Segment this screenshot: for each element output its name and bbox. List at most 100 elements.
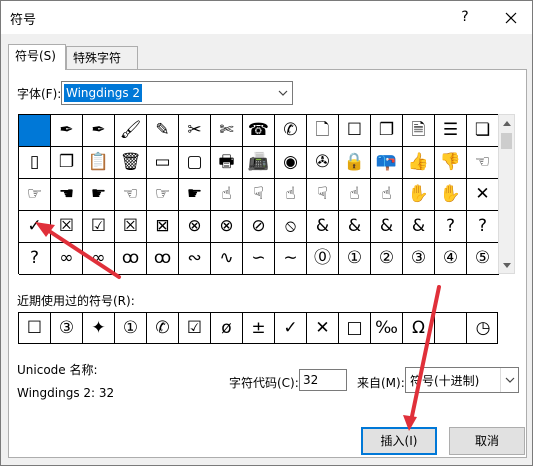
circled-two-icon[interactable]: ② bbox=[371, 243, 403, 275]
pen-icon[interactable]: ✎ bbox=[147, 115, 179, 147]
check-mark-icon[interactable]: ✓ bbox=[275, 313, 307, 343]
document-icon[interactable]: 🗋 bbox=[307, 115, 339, 147]
question-bold-icon[interactable]: ? bbox=[467, 211, 499, 243]
printer-icon[interactable]: 🖶 bbox=[211, 147, 243, 179]
tape-icon[interactable]: ✇ bbox=[307, 147, 339, 179]
check-mark-icon[interactable]: ✓ bbox=[19, 211, 51, 243]
swirl-3-icon[interactable]: ꝏ bbox=[115, 243, 147, 275]
rounded-rect-icon[interactable]: ▢ bbox=[179, 147, 211, 179]
page-icon[interactable]: ☐ bbox=[339, 115, 371, 147]
character-code-input[interactable]: 32 bbox=[299, 369, 347, 391]
text-document-icon[interactable]: 🗎 bbox=[403, 115, 435, 147]
circled-five-icon[interactable]: ⑤ bbox=[467, 243, 499, 275]
help-button[interactable]: ? bbox=[453, 5, 477, 29]
swirl-4-icon[interactable]: ꝏ bbox=[147, 243, 179, 275]
circled-x-bold-icon[interactable]: ⊗ bbox=[211, 211, 243, 243]
hand-left-icon[interactable]: ☜ bbox=[467, 147, 499, 179]
hand-down-black-icon[interactable]: ☟ bbox=[307, 179, 339, 211]
fax-icon[interactable]: 📠 bbox=[243, 147, 275, 179]
scissors-open-icon[interactable]: ✄ bbox=[211, 115, 243, 147]
small-square-icon[interactable]: □ bbox=[339, 313, 371, 343]
boxed-x-icon[interactable]: ☒ bbox=[51, 211, 83, 243]
tab-symbols[interactable]: 符号(S) bbox=[8, 44, 66, 70]
finger-black-icon[interactable]: ☝ bbox=[371, 179, 403, 211]
boxed-check-icon[interactable]: ☑ bbox=[179, 313, 211, 343]
handset-icon[interactable]: ✆ bbox=[147, 313, 179, 343]
pages-icon[interactable]: ❐ bbox=[371, 115, 403, 147]
hand-black-icon[interactable]: ✋ bbox=[403, 179, 435, 211]
ampersand-bold-icon[interactable]: & bbox=[403, 211, 435, 243]
scissors-icon[interactable]: ✂ bbox=[179, 115, 211, 147]
thumbs-up-icon[interactable]: 👍 bbox=[403, 147, 435, 179]
point-right-outline-icon[interactable]: ☞ bbox=[147, 179, 179, 211]
swirl-8-icon[interactable]: ∼ bbox=[275, 243, 307, 275]
handset-icon[interactable]: ✆ bbox=[275, 115, 307, 147]
close-button[interactable] bbox=[497, 5, 525, 29]
hand-up-black-icon[interactable]: ☝ bbox=[275, 179, 307, 211]
point-right-black-icon[interactable]: ☛ bbox=[83, 179, 115, 211]
font-select[interactable]: Wingdings 2 bbox=[61, 81, 293, 105]
blank-page-icon[interactable]: ▯ bbox=[19, 147, 51, 179]
copy-pages-icon[interactable]: ❐ bbox=[51, 147, 83, 179]
scroll-up-arrow-icon[interactable] bbox=[499, 115, 514, 131]
point-left-black-icon[interactable]: ☚ bbox=[51, 179, 83, 211]
ohm-icon[interactable]: Ω bbox=[403, 313, 435, 343]
symbol-cell-selected[interactable] bbox=[19, 115, 51, 147]
circled-three-icon[interactable]: ③ bbox=[51, 313, 83, 343]
hand-right-icon[interactable]: ☞ bbox=[19, 179, 51, 211]
circled-four-icon[interactable]: ④ bbox=[435, 243, 467, 275]
x-mark-icon[interactable]: ✕ bbox=[307, 313, 339, 343]
swirl-1-icon[interactable]: ∞ bbox=[51, 243, 83, 275]
empty-set-icon[interactable]: ø bbox=[211, 313, 243, 343]
cancel-button[interactable]: 取消 bbox=[449, 427, 525, 455]
ampersand-icon[interactable]: & bbox=[339, 211, 371, 243]
scroll-down-arrow-icon[interactable] bbox=[499, 257, 514, 273]
blank-icon[interactable] bbox=[435, 313, 467, 343]
swirl-5-icon[interactable]: ∾ bbox=[179, 243, 211, 275]
thumbs-down-icon[interactable]: 👎 bbox=[435, 147, 467, 179]
circled-zero-icon[interactable]: ⓪ bbox=[307, 243, 339, 275]
list-document-icon[interactable]: ☰ bbox=[435, 115, 467, 147]
stacked-pages-icon[interactable]: ❏ bbox=[467, 115, 499, 147]
interrobang-icon[interactable]: ? bbox=[435, 211, 467, 243]
telephone-icon[interactable]: ☎ bbox=[243, 115, 275, 147]
disc-icon[interactable]: ◉ bbox=[275, 147, 307, 179]
open-hand-icon[interactable]: ✋ bbox=[435, 179, 467, 211]
scrollbar-thumb[interactable] bbox=[501, 133, 512, 149]
swirl-6-icon[interactable]: ∿ bbox=[211, 243, 243, 275]
mailbox-icon[interactable]: 📪 bbox=[371, 147, 403, 179]
square-icon[interactable]: ☐ bbox=[19, 313, 51, 343]
hand-up-icon[interactable]: ☝ bbox=[211, 179, 243, 211]
tab-special-characters[interactable]: 特殊字符(P) bbox=[66, 46, 138, 87]
swirl-7-icon[interactable]: ∽ bbox=[243, 243, 275, 275]
insert-button[interactable]: 插入(I) bbox=[361, 427, 437, 455]
question-black-icon[interactable]: ? bbox=[19, 243, 51, 275]
circled-x-icon[interactable]: ⊗ bbox=[179, 211, 211, 243]
circled-three-icon[interactable]: ③ bbox=[403, 243, 435, 275]
clock-icon[interactable]: ◷ bbox=[467, 313, 499, 343]
no-symbol-icon[interactable]: ⊘ bbox=[243, 211, 275, 243]
ampersand-outline-icon[interactable]: & bbox=[371, 211, 403, 243]
four-point-star-icon[interactable]: ✦ bbox=[83, 313, 115, 343]
brush-icon[interactable]: 🖌 bbox=[115, 115, 147, 147]
hand-point-black-icon[interactable]: ☛ bbox=[179, 179, 211, 211]
fountain-pen-icon[interactable]: ✒ bbox=[83, 115, 115, 147]
from-select[interactable]: 符号(十进制) bbox=[405, 367, 519, 393]
swirl-2-icon[interactable]: ∞ bbox=[83, 243, 115, 275]
finger-up-icon[interactable]: ☝ bbox=[339, 179, 371, 211]
boxed-x-outline-icon[interactable]: ☒ bbox=[115, 211, 147, 243]
point-left-outline-icon[interactable]: ☜ bbox=[115, 179, 147, 211]
per-mille-icon[interactable]: ‰ bbox=[371, 313, 403, 343]
x-mark-icon[interactable]: ✕ bbox=[467, 179, 499, 211]
circled-one-icon[interactable]: ① bbox=[339, 243, 371, 275]
chevron-down-icon[interactable] bbox=[274, 82, 292, 104]
circled-one-icon[interactable]: ① bbox=[115, 313, 147, 343]
clipboard-icon[interactable]: 📋 bbox=[83, 147, 115, 179]
boxed-x-bold-icon[interactable]: ⊠ bbox=[147, 211, 179, 243]
boxed-check-icon[interactable]: ☑ bbox=[83, 211, 115, 243]
slashed-circle-icon[interactable]: ⦸ bbox=[275, 211, 307, 243]
et-ligature-icon[interactable]: & bbox=[307, 211, 339, 243]
pen-nib-icon[interactable]: ✒ bbox=[51, 115, 83, 147]
trash-icon[interactable]: 🗑 bbox=[115, 147, 147, 179]
plus-minus-icon[interactable]: ± bbox=[243, 313, 275, 343]
